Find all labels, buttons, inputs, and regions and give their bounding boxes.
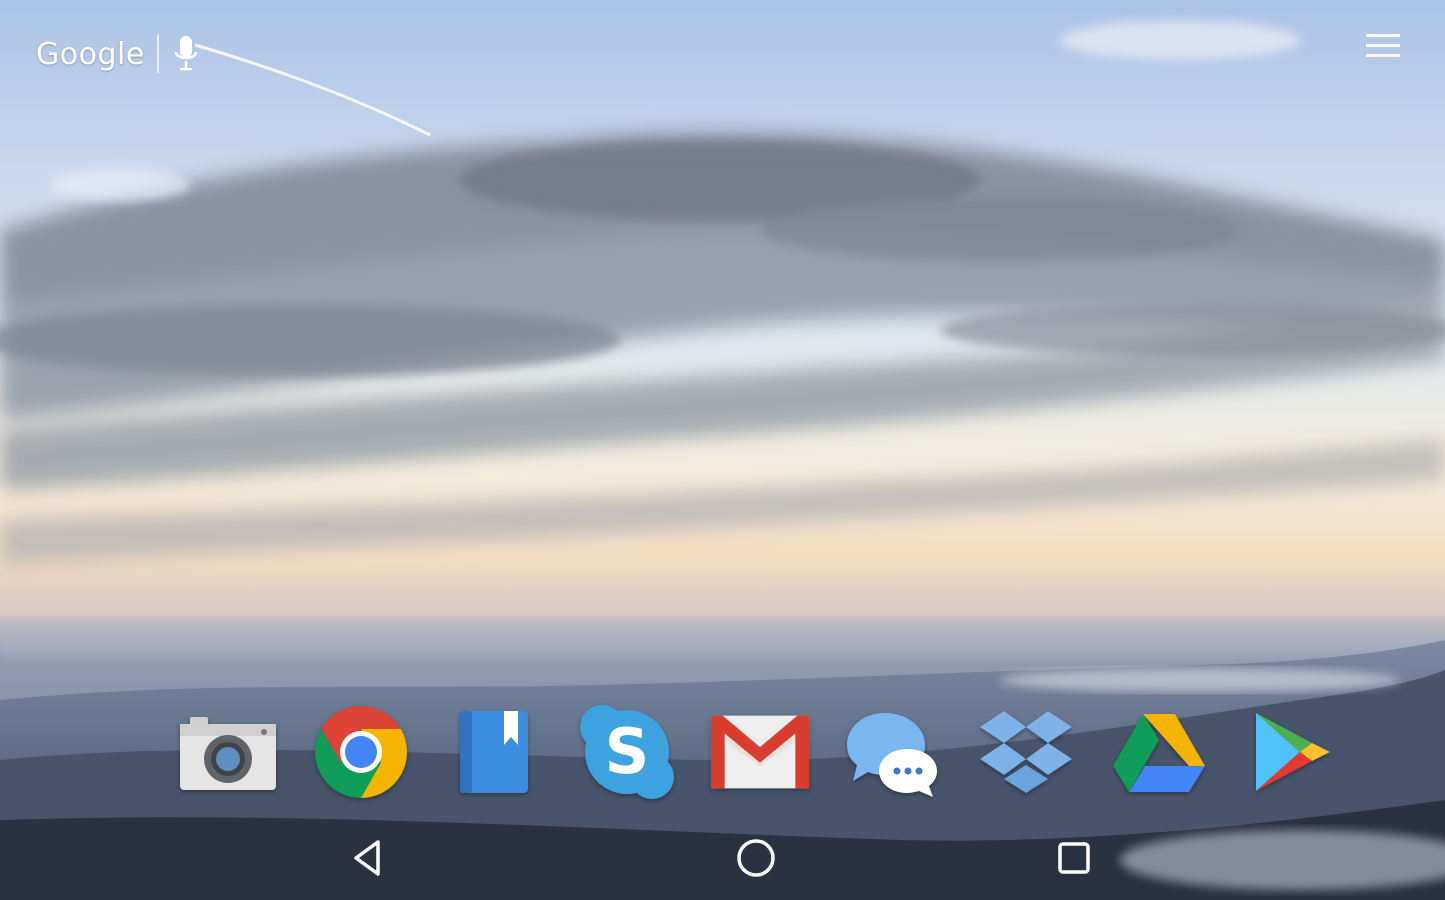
camera-app[interactable] bbox=[175, 700, 281, 804]
book-icon bbox=[460, 711, 528, 793]
play-store-icon bbox=[1256, 713, 1330, 791]
hamburger-menu-icon[interactable] bbox=[1364, 30, 1404, 64]
dropbox-icon bbox=[980, 711, 1072, 793]
home-circle-icon bbox=[737, 839, 775, 877]
messenger-app[interactable] bbox=[840, 700, 946, 804]
play-store-app[interactable] bbox=[1239, 700, 1345, 804]
drive-app[interactable] bbox=[1106, 700, 1212, 804]
skype-icon: S bbox=[580, 705, 674, 799]
camera-icon bbox=[180, 717, 276, 790]
navigation-bar bbox=[0, 816, 1445, 900]
search-divider bbox=[156, 35, 159, 73]
drive-icon bbox=[1113, 714, 1205, 792]
back-triangle-icon bbox=[354, 840, 380, 876]
skype-glyph: S bbox=[605, 715, 650, 788]
back-button[interactable] bbox=[336, 834, 400, 882]
books-app[interactable] bbox=[441, 700, 547, 804]
recents-button[interactable] bbox=[1042, 834, 1106, 882]
chrome-icon bbox=[315, 706, 407, 798]
google-logo[interactable]: Google bbox=[36, 37, 145, 72]
dropbox-app[interactable] bbox=[973, 700, 1079, 804]
mic-icon[interactable] bbox=[171, 32, 201, 76]
chrome-app[interactable] bbox=[308, 700, 414, 804]
home-button[interactable] bbox=[724, 834, 788, 882]
gmail-icon bbox=[710, 715, 810, 789]
app-dock: S bbox=[175, 700, 1345, 804]
skype-app[interactable]: S bbox=[574, 700, 680, 804]
google-search-widget[interactable]: Google bbox=[36, 30, 201, 78]
chat-bubbles-icon bbox=[847, 713, 937, 797]
recents-square-icon bbox=[1058, 842, 1090, 874]
gmail-app[interactable] bbox=[707, 700, 813, 804]
